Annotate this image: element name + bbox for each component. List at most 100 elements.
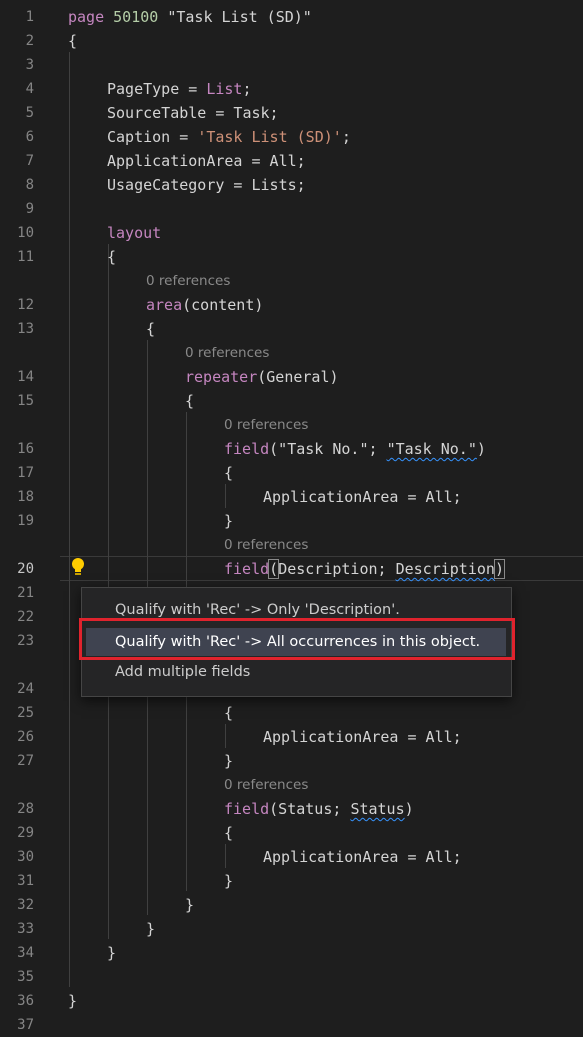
code-line[interactable]: 25 {: [0, 701, 583, 725]
code-token: (Status;: [269, 800, 351, 818]
line-number: 17: [17, 465, 34, 481]
code-text: Caption = 'Task List (SD)';: [107, 125, 351, 149]
code-token: }: [68, 992, 78, 1010]
line-number: 14: [17, 369, 34, 385]
code-text: layout: [107, 221, 161, 245]
code-text: {: [107, 245, 116, 269]
code-line[interactable]: 34}: [0, 941, 583, 965]
code-line[interactable]: 4 PageType = List;: [0, 77, 583, 101]
code-token: Description: [395, 560, 495, 578]
lightbulb-icon[interactable]: [69, 557, 87, 577]
code-line[interactable]: 6 Caption = 'Task List (SD)';: [0, 125, 583, 149]
code-text: repeater(General): [185, 365, 339, 389]
code-text: }: [224, 509, 233, 533]
code-line[interactable]: 20 field(Description; Description): [0, 557, 583, 581]
code-token: Status: [350, 800, 405, 818]
code-text: {: [224, 701, 233, 725]
code-line[interactable]: 10 layout: [0, 221, 583, 245]
code-line[interactable]: 29 {: [0, 821, 583, 845]
code-line[interactable]: 13 {: [0, 317, 583, 341]
line-number: 26: [17, 729, 34, 745]
code-line[interactable]: 32}: [0, 893, 583, 917]
code-line[interactable]: 27}: [0, 749, 583, 773]
line-number: 23: [17, 633, 34, 649]
code-line[interactable]: 8 UsageCategory = Lists;: [0, 173, 583, 197]
code-line[interactable]: 12 area(content): [0, 293, 583, 317]
code-token: ApplicationArea = All;: [107, 152, 306, 170]
code-text: PageType = List;: [107, 77, 252, 101]
code-text: area(content): [146, 293, 263, 317]
code-token: PageType =: [107, 80, 207, 98]
code-line[interactable]: 5 SourceTable = Task;: [0, 101, 583, 125]
line-number: 32: [17, 897, 34, 913]
code-token: field: [224, 440, 270, 458]
code-line[interactable]: 17 {: [0, 461, 583, 485]
code-token: area: [146, 296, 183, 314]
code-token: repeater: [185, 368, 258, 386]
code-line[interactable]: 16 field("Task No."; "Task No."): [0, 437, 583, 461]
line-number: 24: [17, 681, 34, 697]
code-token: SourceTable = Task;: [107, 104, 279, 122]
code-line[interactable]: 7 ApplicationArea = All;: [0, 149, 583, 173]
code-line[interactable]: 3: [0, 53, 583, 77]
code-token: Caption =: [107, 128, 198, 146]
code-line[interactable]: 2{: [0, 29, 583, 53]
line-number: 16: [17, 441, 34, 457]
codelens-references[interactable]: 0 references: [224, 536, 308, 554]
code-text: UsageCategory = Lists;: [107, 173, 306, 197]
line-number: 10: [17, 225, 34, 241]
code-token: Description;: [278, 560, 396, 578]
code-line[interactable]: 1 page 50100 "Task List (SD)": [0, 5, 583, 29]
line-number: 28: [17, 801, 34, 817]
line-number: 2: [25, 33, 34, 49]
code-line[interactable]: 35: [0, 965, 583, 989]
code-token: ;: [341, 128, 351, 146]
code-line[interactable]: 28 field(Status; Status): [0, 797, 583, 821]
code-token: }: [224, 752, 234, 770]
code-line[interactable]: 14 repeater(General): [0, 365, 583, 389]
menu-item-add-multiple-fields[interactable]: Add multiple fields: [86, 658, 506, 686]
code-token: (: [268, 559, 280, 579]
code-token: "Task No.": [386, 440, 477, 458]
code-token: field: [224, 800, 270, 818]
code-text: }: [224, 749, 233, 773]
line-number: 29: [17, 825, 34, 841]
line-number: 35: [17, 969, 34, 985]
line-number: 34: [17, 945, 34, 961]
code-line[interactable]: 30 ApplicationArea = All;: [0, 845, 583, 869]
line-number: 9: [25, 201, 34, 217]
code-token: }: [224, 872, 234, 890]
line-number: 7: [25, 153, 34, 169]
code-editor[interactable]: 1 page 50100 "Task List (SD)" 2{3 4 PageType…: [0, 0, 583, 1033]
code-line[interactable]: 11 {: [0, 245, 583, 269]
line-number: 4: [25, 81, 34, 97]
code-line[interactable]: 37: [0, 1013, 583, 1037]
code-line[interactable]: 9: [0, 197, 583, 221]
code-token: ): [476, 440, 486, 458]
code-line[interactable]: 26 ApplicationArea = All;: [0, 725, 583, 749]
code-text: ApplicationArea = All;: [107, 149, 306, 173]
code-line[interactable]: 15 {: [0, 389, 583, 413]
code-token: {: [224, 824, 234, 842]
code-line[interactable]: 19}: [0, 509, 583, 533]
code-token: {: [224, 704, 234, 722]
code-line[interactable]: 33}: [0, 917, 583, 941]
code-line[interactable]: 36}: [0, 989, 583, 1013]
codelens-references[interactable]: 0 references: [146, 272, 230, 290]
codelens-references[interactable]: 0 references: [224, 416, 308, 434]
code-line[interactable]: 18 ApplicationArea = All;: [0, 485, 583, 509]
code-token: }: [146, 920, 156, 938]
codelens-references[interactable]: 0 references: [224, 776, 308, 794]
code-text: field("Task No."; "Task No."): [224, 437, 486, 461]
code-text: SourceTable = Task;: [107, 101, 279, 125]
line-number: 27: [17, 753, 34, 769]
code-text: }: [107, 941, 116, 965]
code-token: UsageCategory = Lists;: [107, 176, 306, 194]
line-number: 25: [17, 705, 34, 721]
codelens-references[interactable]: 0 references: [185, 344, 269, 362]
code-token: ApplicationArea = All;: [263, 848, 462, 866]
code-line[interactable]: 31}: [0, 869, 583, 893]
code-text: }: [146, 917, 155, 941]
code-text: }: [68, 989, 77, 1013]
line-number: 15: [17, 393, 34, 409]
